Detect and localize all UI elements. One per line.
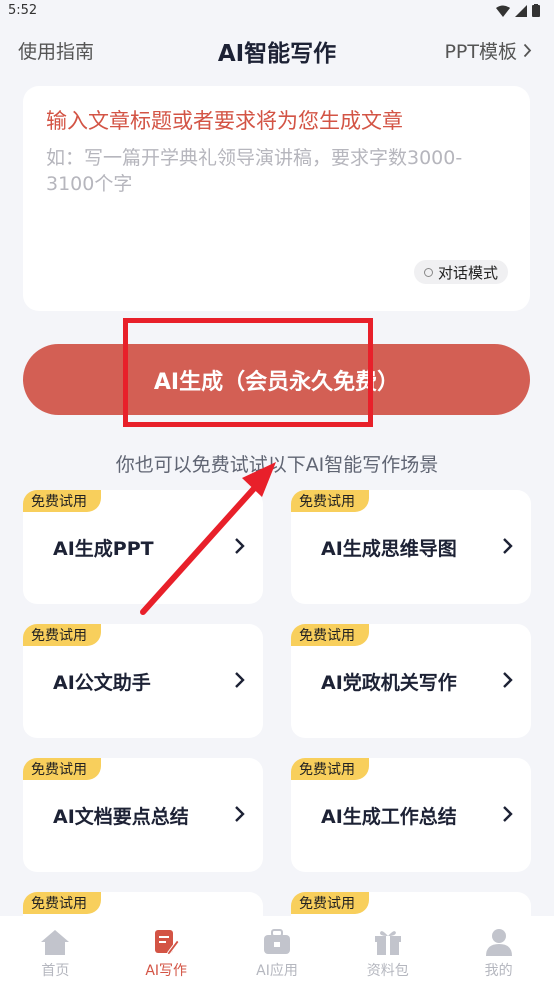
ppt-template-label: PPT模板	[444, 41, 517, 63]
free-trial-badge: 免费试用	[291, 490, 369, 512]
scene-card-doc-summary[interactable]: 免费试用 AI文档要点总结	[23, 758, 263, 872]
prompt-example: 如：写一篇开学典礼领导演讲稿，要求字数3000-3100个字	[46, 147, 463, 195]
chat-mode-toggle[interactable]: 对话模式	[413, 260, 508, 284]
wifi-icon	[496, 5, 510, 17]
person-icon	[485, 929, 512, 956]
free-trial-badge: 免费试用	[291, 624, 369, 646]
scenes-label: 你也可以免费试试以下AI智能写作场景	[115, 454, 439, 476]
status-bar: 5:52	[0, 0, 554, 24]
scene-card-label: AI生成工作总结	[321, 806, 457, 828]
free-trial-badge: 免费试用	[23, 624, 101, 646]
chevron-right-icon	[235, 672, 245, 688]
scene-card-label: AI生成思维导图	[321, 538, 457, 560]
chevron-right-icon	[503, 538, 513, 554]
tab-label: AI应用	[256, 963, 298, 979]
ppt-template-link[interactable]: PPT模板	[444, 37, 532, 64]
battery-icon	[532, 4, 540, 17]
tab-home[interactable]: 首页	[0, 916, 111, 985]
free-trial-badge: 免费试用	[23, 490, 101, 512]
tab-label: AI写作	[145, 963, 188, 979]
chat-mode-label: 对话模式	[437, 263, 498, 282]
scene-card-work-summary[interactable]: 免费试用 AI生成工作总结	[291, 758, 531, 872]
write-icon	[155, 930, 180, 956]
chevron-right-icon	[523, 43, 532, 58]
tab-ai-apps[interactable]: AI应用	[222, 916, 333, 985]
gift-icon	[374, 931, 401, 955]
generate-button[interactable]: AI生成（会员永久免费）	[23, 344, 530, 415]
scene-card-label: AI党政机关写作	[321, 672, 457, 694]
bottom-tab-bar: 首页 AI写作 AI应用 资料包 我的	[0, 916, 554, 985]
tab-label: 资料包	[366, 963, 409, 979]
free-trial-badge: 免费试用	[23, 892, 101, 914]
chevron-right-icon	[235, 538, 245, 554]
scene-card-party-gov[interactable]: 免费试用 AI党政机关写作	[291, 624, 531, 738]
tab-label: 我的	[484, 963, 513, 979]
free-trial-badge: 免费试用	[23, 758, 101, 780]
prompt-input-card[interactable]: 输入文章标题或者要求将为您生成文章 如：写一篇开学典礼领导演讲稿，要求字数300…	[23, 86, 530, 311]
header: 使用指南 AI智能写作 PPT模板	[0, 28, 554, 72]
tab-profile[interactable]: 我的	[443, 916, 554, 985]
free-trial-badge: 免费试用	[291, 758, 369, 780]
scene-card-label: AI文档要点总结	[53, 806, 189, 828]
tab-label: 首页	[41, 963, 70, 979]
scene-card-official-doc[interactable]: 免费试用 AI公文助手	[23, 624, 263, 738]
signal-icon	[515, 4, 527, 17]
scene-card-ppt[interactable]: 免费试用 AI生成PPT	[23, 490, 263, 604]
prompt-hint: 输入文章标题或者要求将为您生成文章	[46, 109, 403, 133]
tab-ai-write[interactable]: AI写作	[111, 916, 222, 985]
toolbox-icon	[263, 929, 290, 954]
chevron-right-icon	[503, 672, 513, 688]
free-trial-badge: 免费试用	[291, 892, 369, 914]
home-icon	[41, 930, 70, 955]
status-time: 5:52	[8, 3, 38, 18]
radio-circle-icon	[423, 267, 433, 277]
chevron-right-icon	[503, 806, 513, 822]
tab-materials[interactable]: 资料包	[332, 916, 443, 985]
scene-card-mindmap[interactable]: 免费试用 AI生成思维导图	[291, 490, 531, 604]
scene-card-label: AI生成PPT	[53, 538, 154, 560]
status-icons	[496, 4, 540, 17]
scene-card-label: AI公文助手	[53, 672, 151, 694]
chevron-right-icon	[235, 806, 245, 822]
